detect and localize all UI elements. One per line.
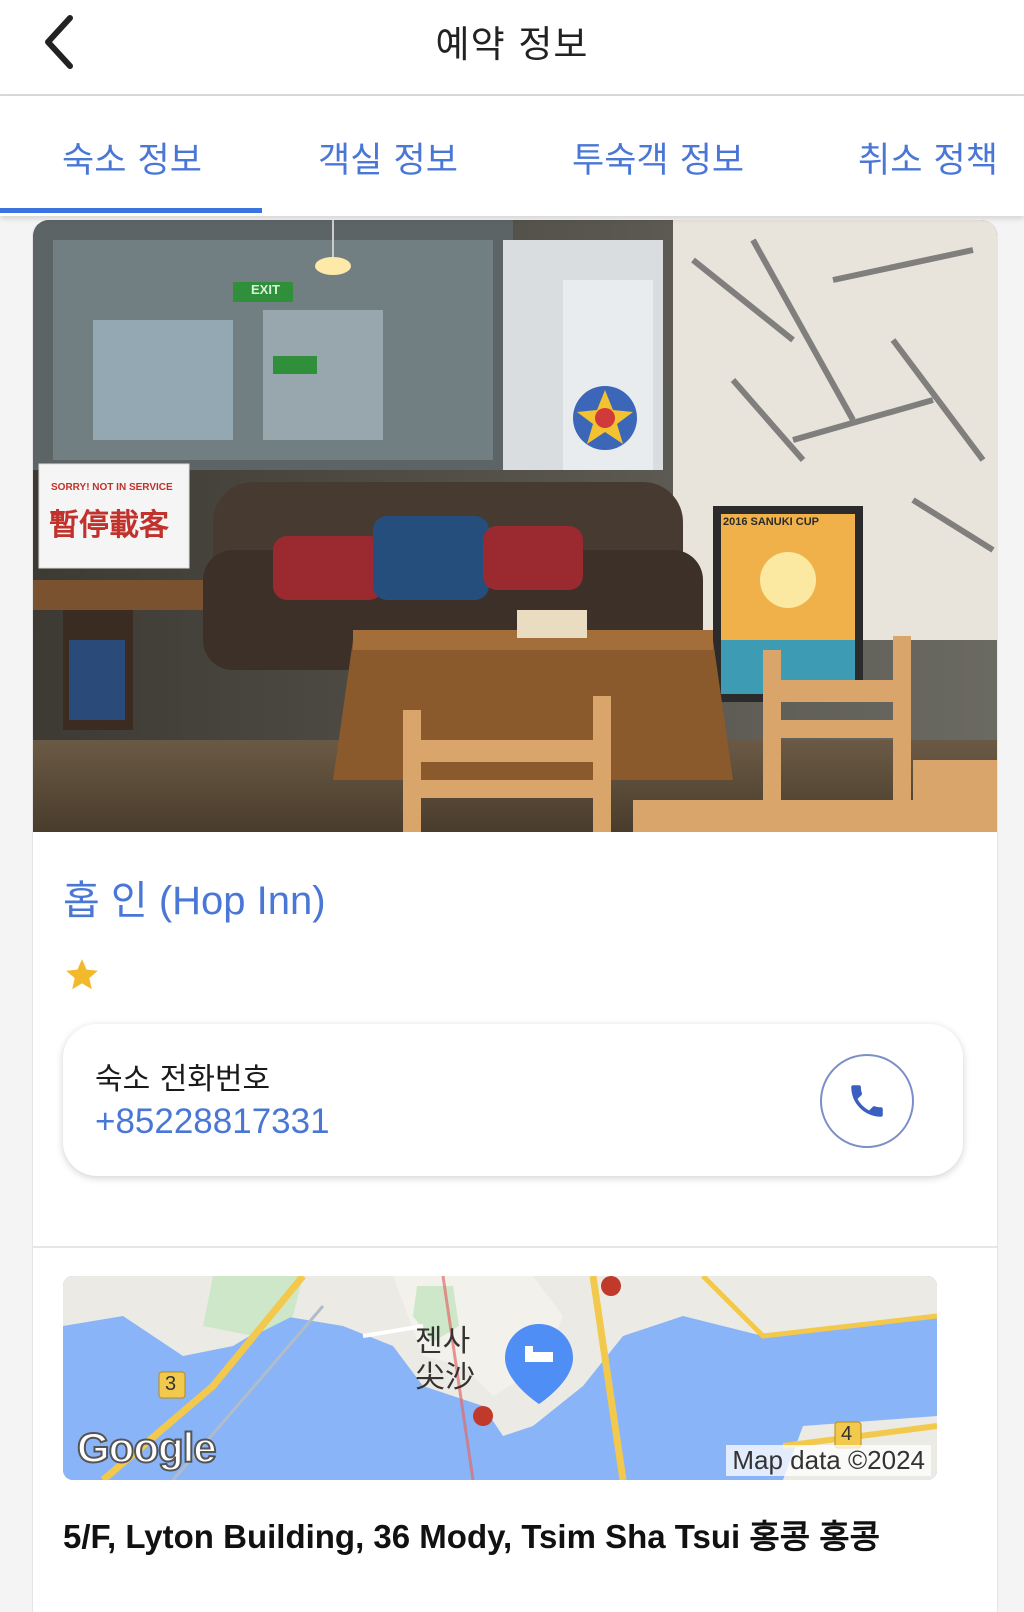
map-label-chinese: 尖沙: [415, 1360, 475, 1395]
property-address: 5/F, Lyton Building, 36 Mody, Tsim Sha T…: [63, 1518, 880, 1555]
property-photo[interactable]: SORRY! NOT IN SERVICE 暫停載客 EXIT 2016 SAN…: [33, 220, 997, 832]
phone-label: 숙소 전화번호: [95, 1062, 271, 1097]
tab-guest-info[interactable]: 투숙객 정보: [572, 132, 744, 183]
hotel-name: 홉 인 (Hop Inn): [63, 879, 326, 923]
top-app-bar: 예약 정보: [0, 0, 1024, 96]
active-tab-indicator: [0, 208, 262, 213]
phone-card: 숙소 전화번호 +85228817331: [63, 1024, 963, 1176]
tab-property-info[interactable]: 숙소 정보: [62, 132, 202, 183]
tab-bar: 숙소 정보 객실 정보 투숙객 정보 취소 정책: [0, 96, 1024, 216]
location-map[interactable]: 젠사 尖沙 3 4 Google Map data ©2024: [63, 1276, 937, 1480]
photo-poster-title: 2016 SANUKI CUP: [723, 516, 819, 528]
phone-number[interactable]: +85228817331: [95, 1102, 330, 1142]
lobby-photo-illustration: [33, 220, 997, 832]
content-area: SORRY! NOT IN SERVICE 暫停載客 EXIT 2016 SAN…: [0, 216, 1024, 1612]
phone-icon: [851, 1085, 883, 1117]
photo-sign-subtitle: SORRY! NOT IN SERVICE: [51, 482, 173, 493]
map-route-4: 4: [841, 1423, 853, 1445]
photo-exit-sign: EXIT: [251, 282, 280, 297]
page-title: 예약 정보: [435, 23, 589, 66]
map-attribution: Map data ©2024: [726, 1445, 931, 1476]
section-divider: [33, 1246, 997, 1248]
call-button[interactable]: [820, 1054, 914, 1148]
tab-cancellation-policy[interactable]: 취소 정책: [858, 132, 998, 183]
star-rating: [63, 956, 101, 998]
photo-sign-title: 暫停載客: [49, 508, 169, 543]
map-route-3: 3: [165, 1373, 177, 1395]
star-icon: [66, 959, 98, 990]
property-card: SORRY! NOT IN SERVICE 暫停載客 EXIT 2016 SAN…: [32, 220, 998, 1612]
tab-room-info[interactable]: 객실 정보: [318, 132, 458, 183]
google-logo: Google: [76, 1423, 218, 1472]
